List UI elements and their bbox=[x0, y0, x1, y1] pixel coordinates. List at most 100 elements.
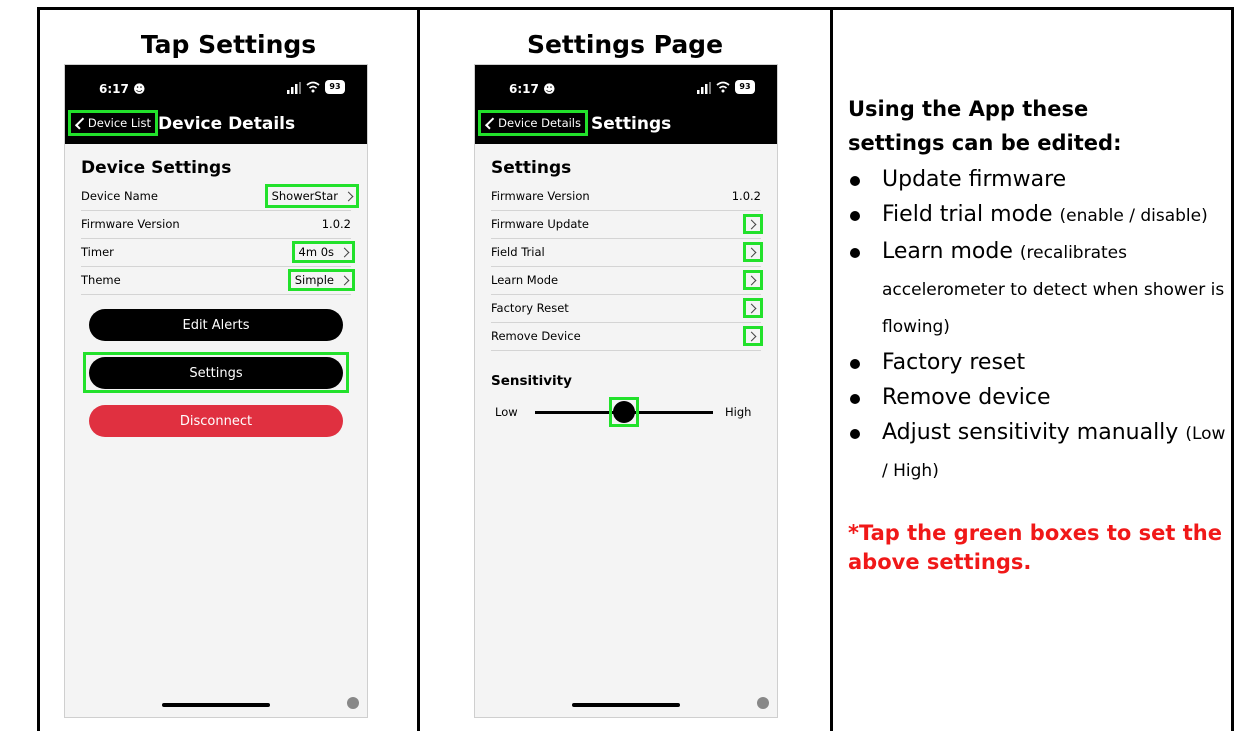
row-label: Device Name bbox=[81, 189, 158, 203]
button-label: Edit Alerts bbox=[182, 317, 250, 333]
row-label: Firmware Update bbox=[491, 217, 590, 231]
slider-low-label: Low bbox=[495, 405, 518, 419]
chevron-right-icon bbox=[746, 247, 757, 257]
row-timer: Timer 4m 0s bbox=[81, 238, 355, 267]
frame-right bbox=[1231, 7, 1234, 731]
chevron-right-icon bbox=[746, 331, 757, 341]
chevron-right-icon bbox=[339, 247, 350, 257]
row-device-name: Device Name ShowerStar bbox=[81, 182, 359, 211]
sensitivity-slider[interactable] bbox=[535, 397, 713, 427]
learn-mode-button[interactable] bbox=[743, 270, 763, 290]
row-label: Firmware Version bbox=[491, 189, 590, 203]
frame-top bbox=[37, 7, 1234, 10]
row-value: 4m 0s bbox=[298, 245, 334, 259]
phone-device-details: 6:17 ☻ 93 Device List Device Details Dev… bbox=[64, 64, 368, 718]
status-time: 6:17 ☻ bbox=[509, 82, 556, 96]
row-firmware-update[interactable]: Firmware Update bbox=[491, 210, 763, 239]
section-title: Device Settings bbox=[81, 158, 232, 178]
slider-high-label: High bbox=[725, 405, 752, 419]
home-indicator bbox=[162, 703, 270, 707]
chevron-right-icon bbox=[339, 275, 350, 285]
chevron-right-icon bbox=[746, 303, 757, 313]
button-label: Disconnect bbox=[179, 413, 253, 429]
timer-edit-button[interactable]: 4m 0s bbox=[291, 241, 355, 263]
list-item: Update firmware bbox=[848, 162, 1228, 197]
row-label: Firmware Version bbox=[81, 217, 180, 231]
status-icons: 93 bbox=[287, 80, 345, 96]
row-learn-mode[interactable]: Learn Mode bbox=[491, 266, 763, 295]
chevron-left-icon bbox=[485, 116, 498, 130]
row-firmware-version: Firmware Version 1.0.2 bbox=[491, 182, 761, 211]
list-item: Learn mode (recalibrates accelerometer t… bbox=[848, 234, 1228, 345]
row-label: Remove Device bbox=[491, 329, 581, 343]
face-icon: ☻ bbox=[543, 82, 556, 96]
list-item: Field trial mode (enable / disable) bbox=[848, 197, 1228, 234]
assistive-touch-icon[interactable] bbox=[347, 697, 359, 709]
info-column: Using the App these settings can be edit… bbox=[848, 92, 1228, 577]
back-device-details-button[interactable]: Device Details bbox=[478, 110, 588, 136]
list-item: Remove device bbox=[848, 380, 1228, 415]
home-indicator bbox=[572, 703, 680, 707]
device-name-edit-button[interactable]: ShowerStar bbox=[264, 184, 359, 208]
info-heading: Using the App these settings can be edit… bbox=[848, 97, 1122, 155]
list-item: Factory reset bbox=[848, 345, 1228, 380]
slider-knob bbox=[613, 401, 635, 423]
row-remove-device[interactable]: Remove Device bbox=[491, 322, 763, 351]
sensitivity-title: Sensitivity bbox=[491, 373, 572, 389]
row-firmware-version: Firmware Version 1.0.2 bbox=[81, 210, 351, 239]
row-theme: Theme Simple bbox=[81, 266, 355, 295]
slider-thumb[interactable] bbox=[609, 397, 639, 427]
status-icons: 93 bbox=[697, 80, 755, 96]
phone-header: 6:17 ☻ 93 Device List Device Details bbox=[65, 65, 367, 144]
chevron-right-icon bbox=[343, 191, 354, 201]
phone-settings: 6:17 ☻ 93 Device Details Settings Settin… bbox=[474, 64, 778, 718]
field-trial-button[interactable] bbox=[743, 242, 763, 262]
back-label: Device Details bbox=[498, 116, 581, 130]
battery-icon: 93 bbox=[325, 80, 345, 94]
row-value: Simple bbox=[294, 273, 334, 287]
row-value: 1.0.2 bbox=[731, 189, 761, 203]
row-value: ShowerStar bbox=[271, 189, 338, 203]
factory-reset-button[interactable] bbox=[743, 298, 763, 318]
phone-header: 6:17 ☻ 93 Device Details Settings bbox=[475, 65, 777, 144]
instruction-note: *Tap the green boxes to set the above se… bbox=[848, 521, 1222, 574]
firmware-update-button[interactable] bbox=[743, 214, 763, 234]
frame-divider-1 bbox=[417, 7, 420, 731]
nav-title: Device Details bbox=[158, 114, 296, 134]
remove-device-button[interactable] bbox=[743, 326, 763, 346]
theme-edit-button[interactable]: Simple bbox=[287, 269, 355, 291]
row-factory-reset[interactable]: Factory Reset bbox=[491, 294, 763, 323]
edit-alerts-button[interactable]: Edit Alerts bbox=[89, 309, 343, 341]
wifi-icon bbox=[716, 81, 730, 93]
nav-title: Settings bbox=[591, 114, 672, 134]
settings-list: Update firmware Field trial mode (enable… bbox=[848, 162, 1228, 489]
battery-icon: 93 bbox=[735, 80, 755, 94]
row-label: Timer bbox=[81, 245, 114, 259]
signal-icon bbox=[287, 82, 301, 94]
row-label: Learn Mode bbox=[491, 273, 559, 287]
list-item: Adjust sensitivity manually (Low / High) bbox=[848, 415, 1228, 489]
status-time: 6:17 ☻ bbox=[99, 82, 146, 96]
back-label: Device List bbox=[87, 116, 151, 130]
frame-divider-2 bbox=[830, 7, 833, 731]
settings-button[interactable]: Settings bbox=[89, 357, 343, 389]
chevron-right-icon bbox=[746, 275, 757, 285]
frame-left bbox=[37, 7, 40, 731]
column-title-settings-page: Settings Page bbox=[526, 30, 724, 59]
chevron-right-icon bbox=[746, 219, 757, 229]
wifi-icon bbox=[306, 81, 320, 93]
row-label: Theme bbox=[81, 273, 121, 287]
disconnect-button[interactable]: Disconnect bbox=[89, 405, 343, 437]
section-title: Settings bbox=[491, 158, 572, 178]
row-label: Field Trial bbox=[491, 245, 545, 259]
signal-icon bbox=[697, 82, 711, 94]
back-device-list-button[interactable]: Device List bbox=[68, 110, 158, 136]
assistive-touch-icon[interactable] bbox=[757, 697, 769, 709]
column-title-tap-settings: Tap Settings bbox=[140, 30, 317, 59]
row-field-trial[interactable]: Field Trial bbox=[491, 238, 763, 267]
row-value: 1.0.2 bbox=[321, 217, 351, 231]
button-label: Settings bbox=[189, 365, 243, 381]
row-label: Factory Reset bbox=[491, 301, 569, 315]
face-icon: ☻ bbox=[133, 82, 146, 96]
chevron-left-icon bbox=[74, 117, 87, 129]
